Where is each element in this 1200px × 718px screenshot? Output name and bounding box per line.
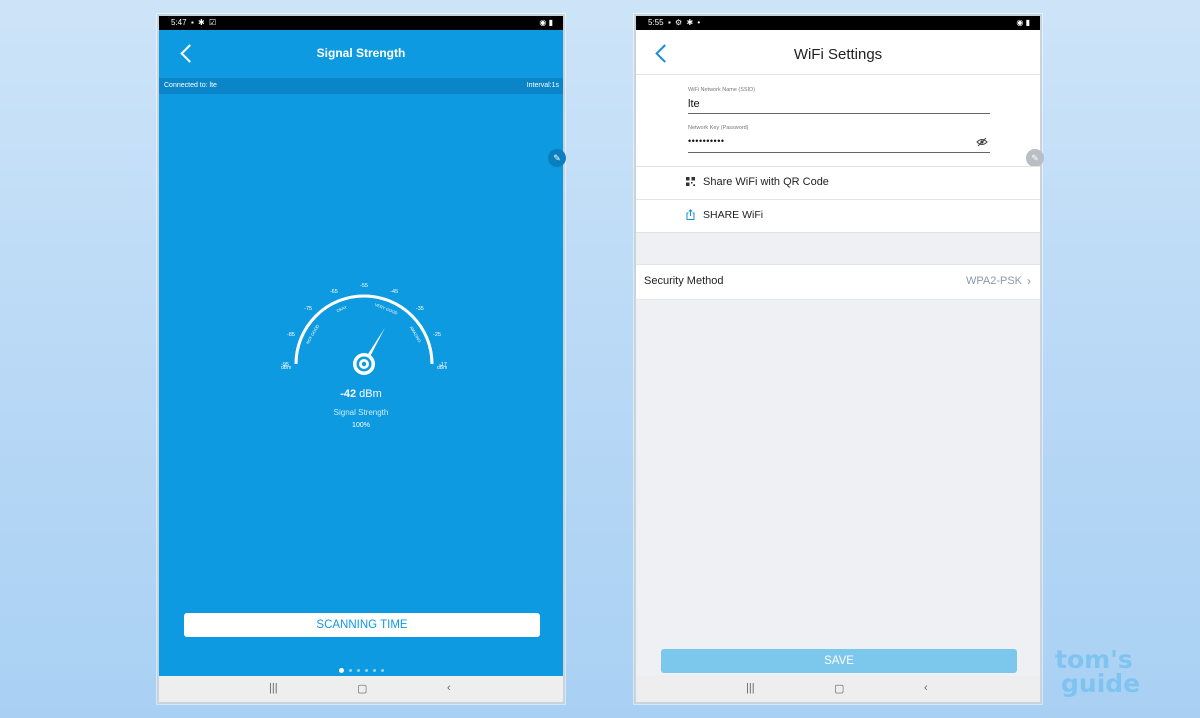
share-wifi-label: SHARE WiFi xyxy=(703,209,764,221)
page-dot[interactable] xyxy=(380,669,384,673)
security-method-value: WPA2-PSK xyxy=(965,275,1022,287)
signal-strength-screen: 5:47 ▪ ✱ ☑ ◉ ▮ Signal Strength Connected… xyxy=(157,14,566,704)
gauge-tick-label: -55 xyxy=(360,283,368,289)
gauge-tick-label: -25 xyxy=(433,332,441,338)
home-icon[interactable]: ▢ xyxy=(357,682,367,695)
wifi-battery-icons: ◉ ▮ xyxy=(1016,18,1030,27)
qr-code-icon xyxy=(686,177,695,186)
signal-gauge: -95-85-75-65-55-45-35-25-17 NOT GOODOKAY… xyxy=(281,283,447,375)
page-dot[interactable] xyxy=(356,669,360,673)
recents-icon[interactable]: ||| xyxy=(746,682,755,694)
gauge-tick-label: -75 xyxy=(304,306,312,312)
gauge-tick-label: -45 xyxy=(390,289,398,295)
wifi-credentials-panel: WiFi Network Name (SSID) lte Network Key… xyxy=(636,74,1040,167)
ssid-field[interactable]: lte xyxy=(688,98,700,110)
ssid-underline xyxy=(688,113,990,114)
scanning-time-button[interactable]: SCANNING TIME xyxy=(184,613,540,637)
security-method-label: Security Method xyxy=(644,275,724,287)
status-time: 5:47 xyxy=(171,18,187,27)
page-dot[interactable] xyxy=(338,668,344,674)
signal-percent: 100% xyxy=(352,422,370,429)
gauge-tick-label: -65 xyxy=(330,289,338,295)
share-wifi-qr-row[interactable]: Share WiFi with QR Code xyxy=(636,166,1040,199)
gauge-unit-left: dBm xyxy=(281,365,291,371)
network-key-underline xyxy=(688,152,990,153)
gauge-zone-label: OKAY xyxy=(336,304,348,313)
page-title: Signal Strength xyxy=(316,46,406,60)
security-method-row[interactable]: Security Method WPA2-PSK › xyxy=(636,264,1040,300)
app-header: WiFi Settings xyxy=(636,30,1040,78)
share-wifi-row[interactable]: SHARE WiFi xyxy=(636,199,1040,233)
app-header: Signal Strength xyxy=(159,30,563,78)
save-button[interactable]: SAVE xyxy=(661,649,1017,673)
signal-value-unit: dBm xyxy=(359,388,382,400)
signal-value-number: -42 xyxy=(340,388,357,400)
connection-info-bar: Connected to: lte Interval:1s xyxy=(159,78,563,94)
page-dot[interactable] xyxy=(348,669,352,673)
gauge-tick-label: -85 xyxy=(287,332,295,338)
pencil-icon[interactable]: ✎ xyxy=(1026,149,1044,167)
eye-off-icon[interactable] xyxy=(976,137,988,147)
chevron-right-icon: › xyxy=(1027,274,1031,288)
wifi-battery-icons: ◉ ▮ xyxy=(539,18,553,27)
system-nav-bar: ||| ▢ ‹ xyxy=(159,676,563,702)
gauge-hub-dot xyxy=(361,361,367,367)
notification-icons: ▪ ⚙ ✱ • xyxy=(668,18,702,27)
page-dot[interactable] xyxy=(372,669,376,673)
back-icon[interactable]: ‹ xyxy=(447,682,451,694)
signal-caption: Signal Strength xyxy=(333,408,389,417)
page-title: WiFi Settings xyxy=(793,46,883,63)
status-bar: 5:55 ▪ ⚙ ✱ • ◉ ▮ xyxy=(636,16,1040,30)
network-key-label: Network Key (Password) xyxy=(688,125,749,131)
status-time: 5:55 xyxy=(648,18,664,27)
system-nav-bar: ||| ▢ ‹ xyxy=(636,676,1040,702)
share-icon xyxy=(686,209,695,220)
connected-to-label: Connected to: lte xyxy=(164,82,217,89)
ssid-label: WiFi Network Name (SSID) xyxy=(688,87,755,93)
home-icon[interactable]: ▢ xyxy=(834,682,844,695)
toms-guide-logo: tom's guide xyxy=(1055,647,1185,698)
notification-icons: ▪ ✱ ☑ xyxy=(191,18,218,27)
page-dot[interactable] xyxy=(364,669,368,673)
wifi-settings-screen: 5:55 ▪ ⚙ ✱ • ◉ ▮ WiFi Settings WiFi Netw… xyxy=(634,14,1044,704)
gauge-unit-right: dBm xyxy=(437,365,447,371)
back-icon[interactable]: ‹ xyxy=(924,682,928,694)
gauge-tick-label: -35 xyxy=(416,306,424,312)
network-key-field[interactable]: •••••••••• xyxy=(688,136,725,146)
share-wifi-qr-label: Share WiFi with QR Code xyxy=(703,176,829,188)
logo-line-2: guide xyxy=(1061,669,1141,698)
recents-icon[interactable]: ||| xyxy=(269,682,278,694)
signal-value: -42 dBm xyxy=(159,388,563,400)
pencil-icon[interactable]: ✎ xyxy=(548,149,566,167)
status-bar: 5:47 ▪ ✱ ☑ ◉ ▮ xyxy=(159,16,563,30)
interval-label: Interval:1s xyxy=(526,82,559,89)
